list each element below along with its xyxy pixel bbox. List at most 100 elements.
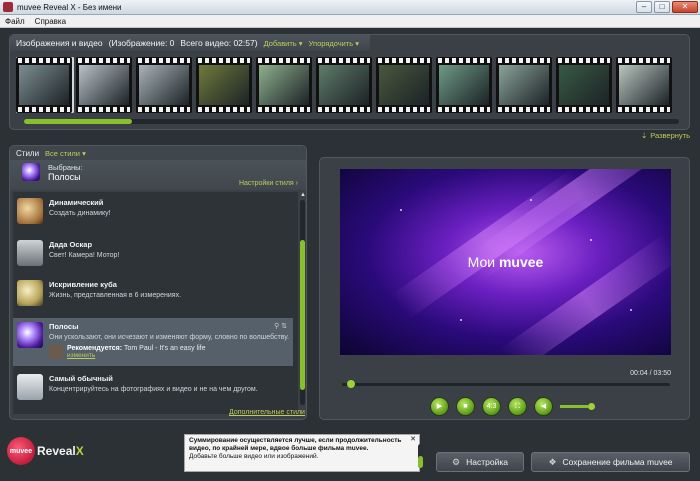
film-camera-icon (17, 240, 43, 266)
stop-button[interactable]: ■ (456, 397, 475, 416)
style-desc: Концентрируйтесь на фотографиях и видео … (49, 386, 258, 393)
title-bar: muvee Reveal X - Без имени – □ ✕ (0, 0, 700, 15)
dynamic-style-icon (17, 198, 43, 224)
thumbnail-image (379, 65, 429, 105)
video-caption: Мои muvee (340, 254, 671, 270)
media-thumbnail[interactable] (196, 57, 252, 113)
media-scrollbar-thumb[interactable] (24, 119, 132, 124)
sort-dropdown[interactable]: Упорядочить ▾ (309, 39, 360, 48)
selected-style: Выбраны: Полосы Настройки стиля › (10, 160, 306, 190)
media-thumbnail[interactable] (316, 57, 372, 113)
volume-slider[interactable] (560, 403, 595, 410)
media-panel: Изображения и видео (Изображение: 0 Всег… (9, 34, 690, 130)
app-icon (3, 2, 13, 12)
media-thumbnail[interactable] (376, 57, 432, 113)
all-styles-dropdown[interactable]: Все стили ▾ (45, 149, 86, 158)
tab-styles[interactable]: Стили (16, 149, 39, 158)
style-item-cube[interactable]: Искривление куба Жизнь, представленная в… (13, 280, 293, 310)
menu-help[interactable]: Справка (30, 17, 71, 26)
playback-controls: ▶ ■ 4:3 ⛶ ◀ (430, 397, 595, 416)
playback-progress[interactable] (342, 380, 670, 388)
thumbnail-image (259, 65, 309, 105)
style-item-dynamic[interactable]: Динамический Создать динамику! (13, 198, 293, 228)
style-name: Самый обычный (49, 374, 113, 383)
maximize-button[interactable]: □ (654, 1, 670, 13)
style-item-ordinary[interactable]: Самый обычный Концентрируйтесь на фотогр… (13, 374, 293, 404)
expand-icon: ⇣ (640, 131, 648, 140)
style-settings-link[interactable]: Настройки стиля › (239, 180, 298, 187)
styles-panel: Стили Все стили ▾ Выбраны: Полосы Настро… (9, 145, 307, 420)
save-movie-icon: ❖ (548, 456, 557, 467)
caption-prefix: Мои (467, 254, 496, 270)
media-thumbnail[interactable] (496, 57, 552, 113)
thumbnail-image (499, 65, 549, 105)
settings-button[interactable]: ⚙ Настройка (436, 452, 524, 472)
play-button[interactable]: ▶ (430, 397, 449, 416)
minimize-button[interactable]: – (636, 1, 652, 13)
menu-bar: Файл Справка (0, 15, 700, 28)
volume-icon[interactable]: ◀ (534, 397, 553, 416)
thumbnail-image (319, 65, 369, 105)
timecode: 00:04 / 03:50 (630, 370, 671, 377)
selected-style-icon (22, 163, 40, 181)
sparkle (400, 209, 402, 211)
aspect-ratio-button[interactable]: 4:3 (482, 397, 501, 416)
thumbnail-image (79, 65, 129, 105)
style-name: Динамический (49, 198, 104, 207)
tip-indicator-fill (418, 456, 423, 468)
styles-tabs: Стили Все стили ▾ (10, 146, 306, 160)
image-count: (Изображение: 0 (108, 38, 175, 48)
scroll-track[interactable] (300, 200, 305, 405)
style-name: Дада Оскар (49, 240, 93, 249)
recommend-value: Tom Paul - It's an easy life (124, 345, 206, 352)
media-strip (16, 57, 686, 113)
style-name: Полосы (49, 322, 79, 331)
logo-badge: muvee (7, 437, 35, 465)
settings-label: Настройка (466, 457, 508, 467)
close-button[interactable]: ✕ (672, 1, 698, 13)
total-video: Всего видео: 02:57) (180, 38, 258, 48)
pin-icon[interactable]: ⚲ ⇅ (274, 322, 287, 330)
style-desc: Жизнь, представленная в 6 измерениях. (49, 292, 182, 299)
ordinary-style-icon (17, 374, 43, 400)
volume-knob[interactable] (588, 403, 595, 410)
style-item-dada-oscar[interactable]: Дада Оскар Свет! Камера! Мотор! (13, 240, 293, 270)
selected-label: Выбраны: (48, 163, 83, 172)
styles-scrollbar[interactable]: ▲ (300, 192, 306, 414)
media-thumbnail[interactable] (556, 57, 612, 113)
recommended-music: Рекомендуется: Tom Paul - It's an easy l… (49, 345, 293, 359)
save-movie-button[interactable]: ❖ Сохранение фильма muvee (531, 452, 690, 472)
media-thumbnail[interactable] (136, 57, 192, 113)
media-scrollbar[interactable] (24, 119, 679, 124)
style-item-stripes[interactable]: ⚲ ⇅ Полосы Они ускользают, они исчезают … (13, 318, 293, 366)
fullscreen-button[interactable]: ⛶ (508, 397, 527, 416)
sparkle (630, 309, 632, 311)
playhead[interactable] (346, 380, 355, 388)
close-tip-icon[interactable]: ✕ (410, 436, 416, 444)
video-preview[interactable]: Мои muvee (340, 169, 671, 355)
media-thumbnail[interactable] (16, 57, 74, 113)
style-desc: Свет! Камера! Мотор! (49, 252, 120, 259)
change-music-link[interactable]: изменить (67, 352, 206, 359)
sparkle (460, 319, 462, 321)
all-styles-label: Все стили (45, 148, 80, 158)
media-thumbnail[interactable] (436, 57, 492, 113)
media-thumbnail[interactable] (256, 57, 312, 113)
caption-brand: muvee (498, 254, 544, 270)
tip-indicator (418, 444, 423, 468)
style-list: Динамический Создать динамику! Дада Оска… (13, 192, 298, 414)
media-thumbnail[interactable] (616, 57, 672, 113)
scroll-thumb[interactable] (300, 240, 305, 390)
settings-icon: ⚙ (452, 456, 461, 467)
more-styles-link[interactable]: Дополнительные стили (229, 409, 305, 416)
thumbnail-image (559, 65, 609, 105)
thumbnail-image (139, 65, 189, 105)
add-label: Добавить (263, 38, 297, 48)
add-dropdown[interactable]: Добавить ▾ (264, 39, 303, 48)
scroll-up-icon[interactable]: ▲ (300, 192, 306, 198)
expand-button[interactable]: ⇣ Развернуть (641, 131, 690, 140)
sparkle (590, 239, 592, 241)
menu-file[interactable]: Файл (0, 17, 30, 26)
sparkle (530, 199, 532, 201)
media-thumbnail[interactable] (76, 57, 132, 113)
